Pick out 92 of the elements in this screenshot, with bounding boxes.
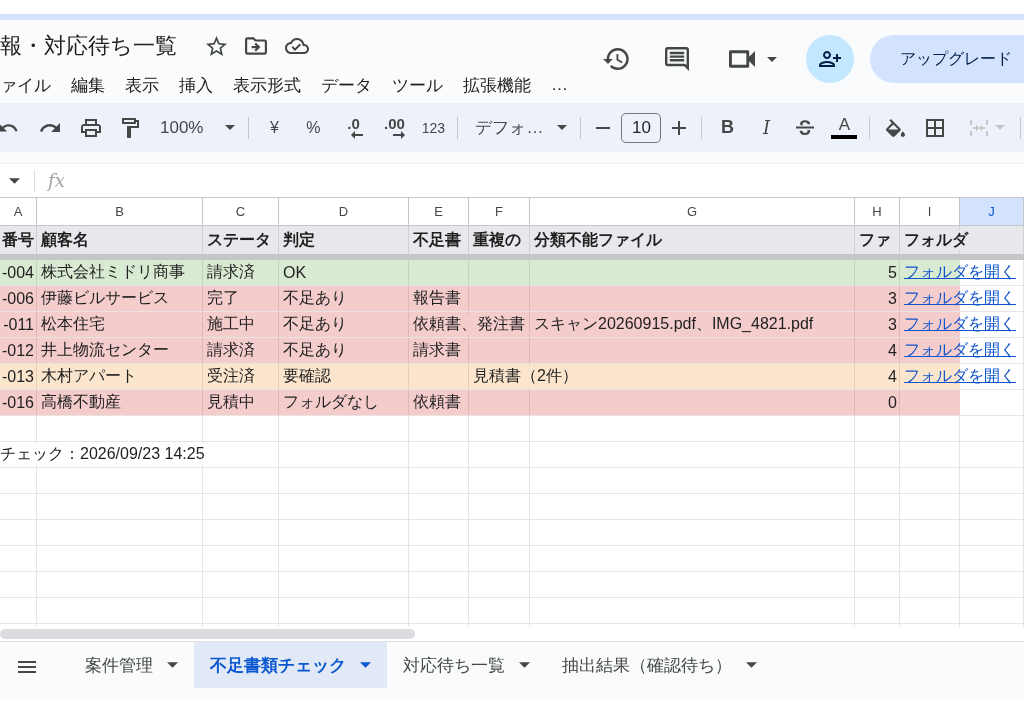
strikethrough-icon[interactable] bbox=[796, 119, 815, 136]
caret-icon[interactable] bbox=[9, 177, 20, 184]
currency-button[interactable]: ¥ bbox=[256, 111, 293, 144]
print-icon[interactable] bbox=[81, 118, 101, 137]
fx-label: fx bbox=[48, 170, 65, 191]
table-cell: 伊藤ビルサービス bbox=[41, 288, 169, 309]
table-cell: 株式会社ミドリ商事 bbox=[41, 262, 185, 283]
table-cell: スキャン20260915.pdf、IMG_4821.pdf bbox=[534, 314, 814, 335]
menu-item[interactable]: ァイル bbox=[0, 73, 51, 97]
sheet-tab[interactable]: 案件管理 bbox=[69, 642, 194, 688]
column-header[interactable]: A bbox=[0, 198, 37, 225]
header-cell: 分類不能ファイル bbox=[534, 229, 662, 251]
header-cell: 顧客名 bbox=[41, 229, 89, 251]
menu-item[interactable]: 挿入 bbox=[179, 73, 213, 97]
header-cell: 番号 bbox=[2, 229, 34, 251]
font-size-field[interactable]: 10 bbox=[621, 112, 662, 143]
arrow-icon bbox=[393, 130, 406, 139]
caret-icon bbox=[225, 125, 236, 130]
header-cell: 不足書 bbox=[413, 229, 461, 251]
paint-bucket-icon[interactable] bbox=[886, 118, 906, 137]
menu-item[interactable]: ツール bbox=[392, 73, 443, 97]
font-dropdown[interactable]: デフォ… bbox=[465, 111, 574, 144]
scrollbar-thumb[interactable] bbox=[0, 629, 415, 639]
column-header[interactable]: G bbox=[530, 198, 855, 225]
share-button[interactable] bbox=[806, 35, 854, 83]
table-cell: 松本住宅 bbox=[41, 314, 105, 335]
column-header[interactable]: B bbox=[37, 198, 203, 225]
column-header[interactable]: J bbox=[960, 198, 1024, 225]
italic-button[interactable]: I bbox=[748, 111, 785, 144]
header-cell: フォルダ bbox=[904, 229, 968, 251]
caret-icon bbox=[167, 662, 178, 668]
caret-icon bbox=[519, 662, 530, 668]
column-header[interactable]: C bbox=[203, 198, 279, 225]
plus-icon[interactable] bbox=[672, 120, 687, 135]
table-cell: 井上物流センター bbox=[41, 340, 169, 361]
menu-item[interactable]: 表示 bbox=[125, 73, 159, 97]
increase-decimal-button[interactable]: .00 bbox=[375, 111, 414, 144]
column-header[interactable]: D bbox=[279, 198, 409, 225]
history-icon[interactable] bbox=[603, 48, 630, 70]
folder-link[interactable]: フォルダを開く bbox=[904, 340, 1016, 361]
bold-button[interactable]: B bbox=[709, 111, 746, 144]
menu-item[interactable]: … bbox=[551, 75, 568, 95]
caret-icon[interactable] bbox=[767, 56, 777, 62]
column-header[interactable]: F bbox=[469, 198, 530, 225]
table-cell: 依頼書、発注書 bbox=[413, 314, 525, 335]
folder-arrow-icon[interactable] bbox=[245, 37, 267, 55]
percent-button[interactable]: % bbox=[295, 111, 332, 144]
comment-icon[interactable] bbox=[665, 47, 689, 71]
header-cell: ステータ bbox=[207, 229, 271, 251]
arrow-icon bbox=[351, 130, 364, 139]
folder-link[interactable]: フォルダを開く bbox=[904, 314, 1016, 335]
menu-icon[interactable] bbox=[18, 661, 36, 673]
caret-icon bbox=[746, 662, 757, 668]
decrease-decimal-button[interactable]: .0 bbox=[334, 111, 373, 144]
table-cell: フォルダなし bbox=[283, 392, 379, 413]
table-cell: 見積中 bbox=[207, 392, 255, 413]
check-timestamp: チェック：2026/09/23 14:25 bbox=[0, 444, 205, 465]
table-cell: 高橋不動産 bbox=[41, 392, 121, 413]
minus-icon[interactable] bbox=[596, 126, 611, 129]
caret-icon bbox=[360, 662, 371, 668]
video-camera-icon[interactable] bbox=[729, 50, 755, 68]
header-cell: 判定 bbox=[283, 229, 315, 251]
menu-item[interactable]: 拡張機能 bbox=[463, 73, 531, 97]
star-icon[interactable] bbox=[206, 36, 227, 56]
column-header[interactable]: H bbox=[855, 198, 900, 225]
sheet-tab[interactable]: 抽出結果（確認待ち） bbox=[546, 642, 773, 688]
header-cell: 重複の bbox=[473, 229, 521, 251]
table-cell: 木村アパート bbox=[41, 366, 137, 387]
document-title[interactable]: 報・対応待ち一覧 bbox=[0, 31, 177, 61]
text-color-button[interactable]: A bbox=[826, 111, 863, 144]
column-header[interactable]: E bbox=[409, 198, 469, 225]
paint-roller-icon[interactable] bbox=[122, 117, 139, 138]
table-cell: 依頼書 bbox=[413, 392, 461, 413]
person-add-icon bbox=[819, 51, 841, 67]
menu-item[interactable]: 編集 bbox=[71, 73, 105, 97]
table-cell: 報告書 bbox=[413, 288, 461, 309]
folder-link[interactable]: フォルダを開く bbox=[904, 366, 1016, 387]
sheet-tab[interactable]: 対応待ち一覧 bbox=[387, 642, 546, 688]
borders-icon[interactable] bbox=[926, 118, 945, 137]
caret-icon bbox=[557, 125, 568, 130]
folder-link[interactable]: フォルダを開く bbox=[904, 288, 1016, 309]
zoom-dropdown[interactable]: 100% bbox=[151, 111, 242, 144]
swatch-icon bbox=[831, 135, 858, 139]
redo-icon[interactable] bbox=[40, 123, 60, 132]
cloud-check-icon[interactable] bbox=[285, 38, 309, 54]
menu-item[interactable]: データ bbox=[321, 73, 372, 97]
undo-icon[interactable] bbox=[0, 123, 19, 132]
folder-link[interactable]: フォルダを開く bbox=[904, 262, 1016, 283]
sheet-tab[interactable]: 不足書類チェック bbox=[194, 642, 387, 688]
number-format-button[interactable]: 123 bbox=[416, 111, 451, 144]
menu-item[interactable]: 表示形式 bbox=[233, 73, 301, 97]
upgrade-button[interactable]: アップグレード bbox=[870, 35, 1024, 83]
